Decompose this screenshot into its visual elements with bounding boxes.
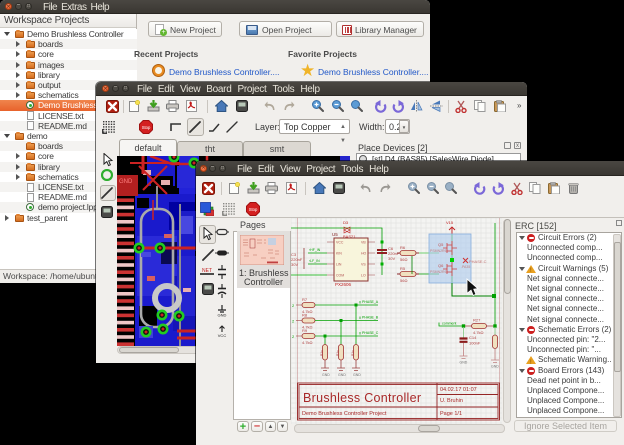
svg-text:NET: NET xyxy=(202,268,212,274)
svg-text:LO: LO xyxy=(361,274,366,278)
svg-text:V15: V15 xyxy=(446,220,454,225)
svg-text:comment: comment xyxy=(442,322,456,326)
svg-text:Page 1/1: Page 1/1 xyxy=(440,411,462,417)
svg-text:R1x: R1x xyxy=(320,350,324,356)
svg-text:U. Bruhin: U. Bruhin xyxy=(440,398,463,404)
svg-text:Stop: Stop xyxy=(249,207,258,212)
svg-text:U5: U5 xyxy=(332,232,338,237)
svg-text:GND: GND xyxy=(119,179,133,185)
svg-text:C14: C14 xyxy=(469,335,477,340)
svg-text:PHASE.C: PHASE.C xyxy=(469,259,487,264)
svg-text:D3: D3 xyxy=(343,220,349,225)
svg-text:PSMN2R6: PSMN2R6 xyxy=(430,249,447,253)
svg-text:VB: VB xyxy=(361,241,366,245)
svg-text:PX2606: PX2606 xyxy=(335,282,352,287)
svg-text:PHASE_C: PHASE_C xyxy=(362,331,379,335)
svg-text:4.7kΩ: 4.7kΩ xyxy=(302,340,313,345)
svg-text:Brushless Controller: Brushless Controller xyxy=(303,391,421,405)
svg-text:PHASE_B: PHASE_B xyxy=(362,316,379,320)
svg-text:›LF_IN: ›LF_IN xyxy=(309,259,320,263)
svg-text:Q6: Q6 xyxy=(438,263,444,268)
svg-text:Stop: Stop xyxy=(142,125,151,130)
svg-text:KIN: KIN xyxy=(336,252,342,256)
svg-text:COM: COM xyxy=(336,274,344,278)
svg-text:PSMN2R6: PSMN2R6 xyxy=(430,270,447,274)
svg-text:GND: GND xyxy=(338,373,346,377)
svg-text:VS: VS xyxy=(361,263,366,267)
svg-text:R6: R6 xyxy=(400,245,406,250)
svg-text:R5: R5 xyxy=(400,266,406,271)
svg-text:›HF_IN: ›HF_IN xyxy=(309,248,321,252)
svg-text:R27: R27 xyxy=(473,318,481,323)
svg-text:GND: GND xyxy=(491,365,499,369)
svg-text:GND: GND xyxy=(322,373,330,377)
svg-text:R8: R8 xyxy=(302,313,308,318)
svg-text:PHASE_A: PHASE_A xyxy=(362,300,379,304)
svg-text:.PA35: .PA35 xyxy=(461,265,470,269)
svg-text:56Ω: 56Ω xyxy=(400,257,407,262)
svg-text:100nF: 100nF xyxy=(469,341,481,346)
svg-text:GND: GND xyxy=(218,313,227,318)
svg-text:56Ω: 56Ω xyxy=(400,278,407,283)
svg-text:VCC: VCC xyxy=(336,241,344,245)
svg-text:GND: GND xyxy=(460,361,468,365)
svg-text:Demo Brushless Controller Proj: Demo Brushless Controller Project xyxy=(302,411,387,417)
svg-text:VCC: VCC xyxy=(218,333,227,338)
svg-text:LIN: LIN xyxy=(336,263,342,267)
svg-text:R7: R7 xyxy=(302,297,308,302)
svg-text:30V: 30V xyxy=(388,256,395,261)
svg-text:30V: 30V xyxy=(291,262,298,267)
svg-text:04.02.17 01:07: 04.02.17 01:07 xyxy=(440,387,477,393)
svg-text:R9: R9 xyxy=(302,328,308,333)
svg-text:R1x: R1x xyxy=(336,350,340,356)
svg-text:Q5: Q5 xyxy=(438,242,444,247)
svg-text:GND: GND xyxy=(353,373,361,377)
svg-text:R1x: R1x xyxy=(351,350,355,356)
svg-text:HO: HO xyxy=(361,252,367,256)
